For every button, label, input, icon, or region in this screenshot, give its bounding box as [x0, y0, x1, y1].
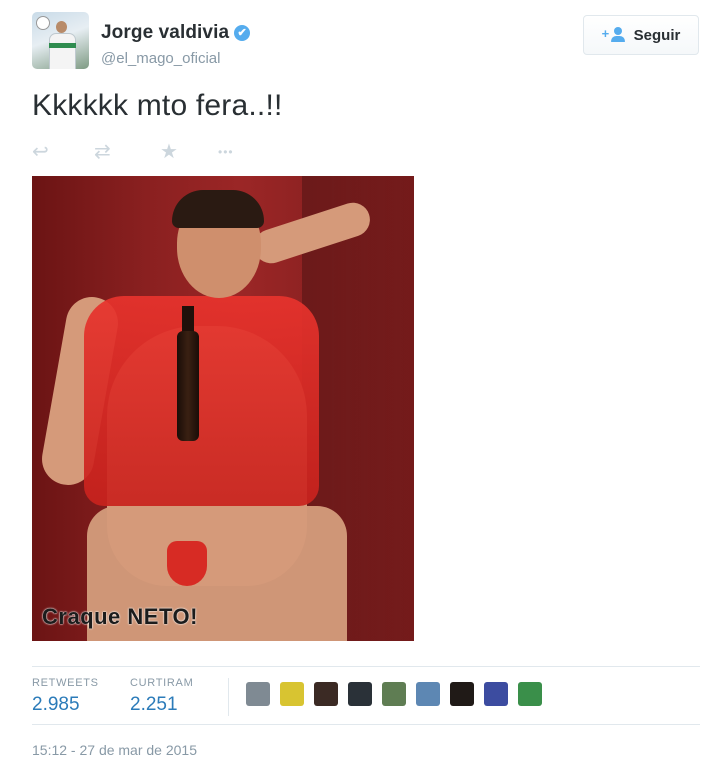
- favoriter-avatar[interactable]: [382, 682, 406, 706]
- user-handle[interactable]: @el_mago_oficial: [101, 50, 220, 67]
- like-label: CURTIRAM: [130, 677, 194, 689]
- profile-avatar[interactable]: [32, 12, 89, 69]
- verified-badge-icon: ✔: [234, 25, 251, 41]
- retweet-value: 2.985: [32, 694, 80, 715]
- display-name[interactable]: Jorge valdivia ✔: [101, 22, 251, 44]
- photo-bottle: [177, 331, 199, 441]
- tweet-photo[interactable]: Craque NETO!: [32, 176, 414, 641]
- favoriter-avatar[interactable]: [246, 682, 270, 706]
- divider-bottom: [32, 724, 700, 725]
- favoriter-avatar[interactable]: [280, 682, 304, 706]
- avatar-shirt-stripe: [49, 43, 76, 48]
- stats-separator: [228, 678, 229, 716]
- display-name-text: Jorge valdivia: [101, 22, 230, 43]
- tweet-timestamp[interactable]: 15:12 - 27 de mar de 2015: [32, 742, 197, 758]
- more-icon[interactable]: •••: [218, 141, 234, 163]
- avatar-head: [56, 21, 67, 33]
- soccer-ball-icon: [36, 16, 50, 30]
- favoriter-avatar[interactable]: [348, 682, 372, 706]
- favoriter-avatar[interactable]: [518, 682, 542, 706]
- favoriter-avatar[interactable]: [314, 682, 338, 706]
- follow-button[interactable]: + Seguir: [583, 15, 699, 55]
- photo-lingerie: [84, 296, 319, 506]
- photo-hair: [172, 190, 264, 228]
- like-value: 2.251: [130, 694, 178, 715]
- photo-thong: [167, 541, 207, 586]
- add-user-icon: +: [602, 27, 628, 43]
- retweet-icon[interactable]: ⇄: [94, 141, 111, 163]
- favoriter-avatar[interactable]: [450, 682, 474, 706]
- avatar-shirt: [49, 33, 76, 69]
- follow-button-label: Seguir: [633, 26, 681, 44]
- like-count[interactable]: CURTIRAM 2.251: [130, 677, 193, 716]
- favoriter-avatar[interactable]: [484, 682, 508, 706]
- divider-top: [32, 666, 700, 667]
- photo-caption: Craque NETO!: [42, 604, 198, 629]
- favoriter-avatar[interactable]: [416, 682, 440, 706]
- favorite-star-icon[interactable]: ★: [160, 141, 178, 163]
- tweet-text: Kkkkkk mto fera..!!: [32, 89, 283, 122]
- retweet-label: RETWEETS: [32, 677, 99, 689]
- reply-icon[interactable]: ↩: [32, 141, 49, 163]
- retweet-count[interactable]: RETWEETS 2.985: [32, 677, 99, 716]
